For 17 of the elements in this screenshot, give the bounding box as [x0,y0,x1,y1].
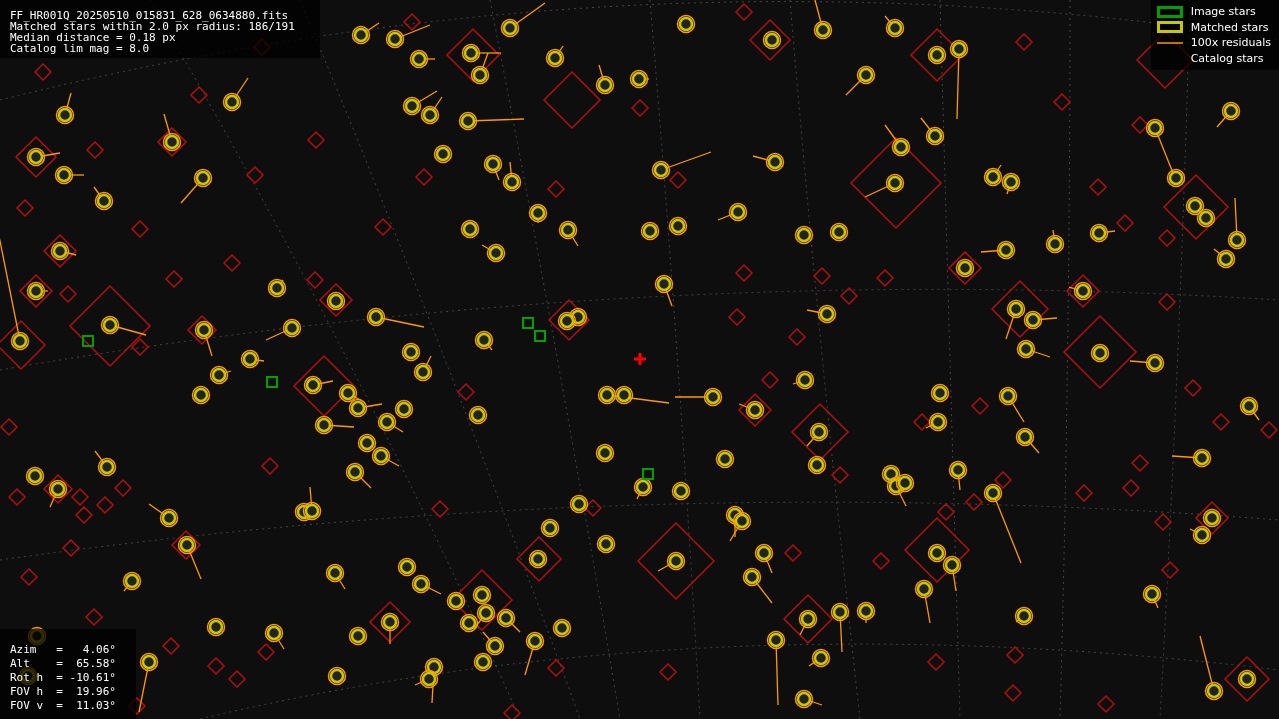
legend-label: Matched stars [1190,20,1269,34]
info-text: Matched stars within 2.0 px radius: 186/191 [10,21,296,32]
crosshair-icon [634,353,646,365]
pointing-text: Alt = 65.58° [10,657,116,671]
pointing-text: FOV v = 11.03° [10,699,116,713]
pointing-text: FOV h = 19.96° [10,685,116,699]
info-text: Median distance = 0.18 px [10,32,176,43]
info-text: FF_HR001Q_20250510_015831_628_0634880.fits [10,10,290,21]
ring-marker-icon [1156,21,1183,34]
pointing-text: Azim = 4.06° [10,643,116,657]
legend-label: 100x residuals [1190,36,1271,50]
residual-line-icon [1156,40,1183,45]
legend-label: Image stars [1190,5,1256,19]
info-text: Catalog lim mag = 8.0 [10,43,151,54]
legend-label: Catalog stars [1190,51,1264,65]
square-marker-icon [1156,5,1183,18]
pointing-text: Rot h = -10.61° [10,671,116,685]
